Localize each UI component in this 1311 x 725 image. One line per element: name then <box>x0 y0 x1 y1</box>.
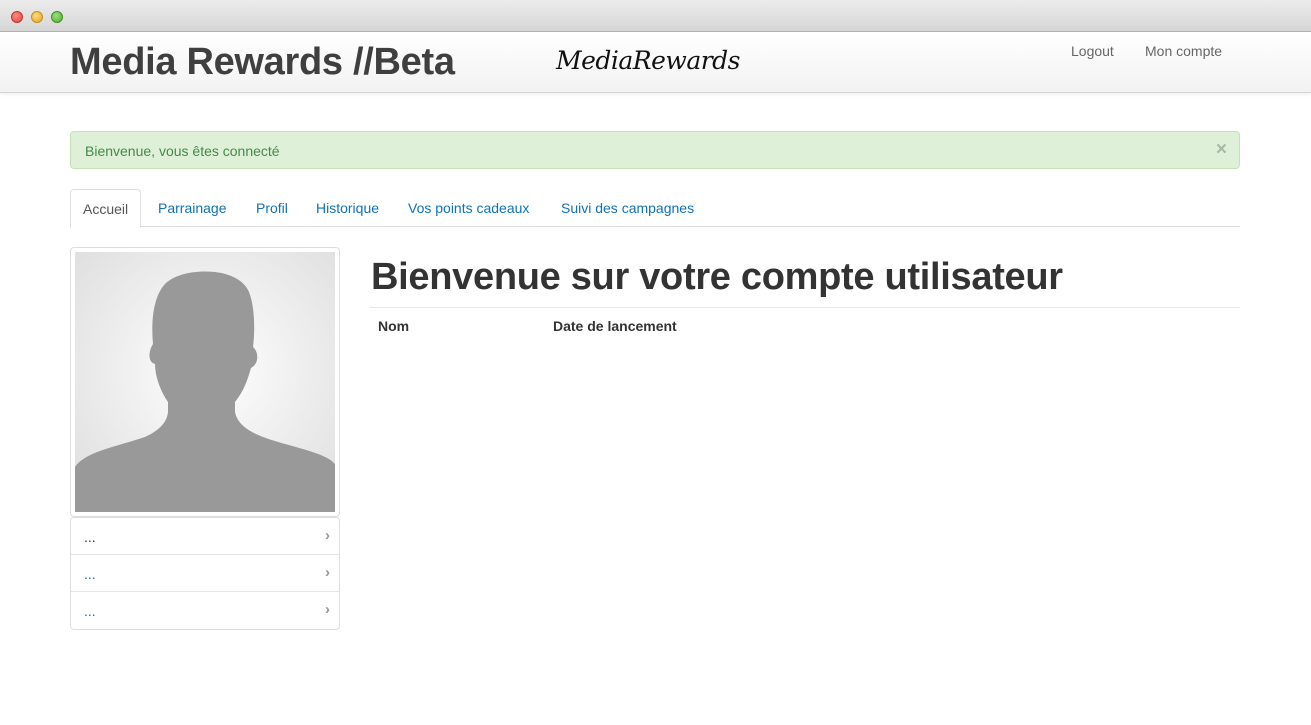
my-account-link[interactable]: Mon compte <box>1145 43 1222 59</box>
tab-suivi-des-campagnes[interactable]: Suivi des campagnes <box>561 189 694 227</box>
sidebar-item[interactable]: ... › <box>71 518 339 555</box>
sidebar-menu: ... › ... › ... › <box>70 517 340 630</box>
tab-parrainage[interactable]: Parrainage <box>158 189 227 227</box>
tab-vos-points-cadeaux[interactable]: Vos points cadeaux <box>408 189 529 227</box>
profile-picture-frame <box>70 247 340 517</box>
brand-title[interactable]: Media Rewards //Beta <box>70 41 455 84</box>
sidebar-item[interactable]: ... › <box>71 592 339 629</box>
chevron-right-icon: › <box>325 601 330 618</box>
title-divider <box>370 307 1240 308</box>
account-tabs: Accueil Parrainage Profil Historique Vos… <box>70 189 1240 228</box>
alert-close-icon[interactable]: × <box>1216 140 1227 160</box>
tab-profil[interactable]: Profil <box>256 189 288 227</box>
avatar <box>75 252 335 512</box>
chevron-right-icon: › <box>325 527 330 544</box>
chevron-right-icon: › <box>325 564 330 581</box>
top-navbar: Media Rewards //Beta MediaRewards Logout… <box>0 32 1311 93</box>
sidebar-item[interactable]: ... › <box>71 555 339 592</box>
table-header-date-de-lancement: Date de lancement <box>553 318 677 334</box>
sidebar-item-label: ... <box>84 603 96 619</box>
table-header-nom: Nom <box>378 318 410 334</box>
sidebar-item-label: ... <box>84 566 96 582</box>
tab-historique[interactable]: Historique <box>316 189 379 227</box>
page-title: Bienvenue sur votre compte utilisateur <box>371 256 1063 298</box>
tab-accueil[interactable]: Accueil <box>70 189 142 228</box>
logout-link[interactable]: Logout <box>1071 43 1114 59</box>
success-alert: Bienvenue, vous êtes connecté × <box>70 131 1240 169</box>
user-silhouette-icon <box>75 271 335 512</box>
media-rewards-logo: MediaRewards <box>556 46 741 75</box>
window-minimize-button[interactable] <box>31 11 43 23</box>
alert-message: Bienvenue, vous êtes connecté <box>85 143 280 159</box>
window-maximize-button[interactable] <box>51 11 63 23</box>
window-close-button[interactable] <box>11 11 23 23</box>
sidebar-item-label: ... <box>84 529 96 545</box>
window-titlebar <box>0 0 1311 32</box>
